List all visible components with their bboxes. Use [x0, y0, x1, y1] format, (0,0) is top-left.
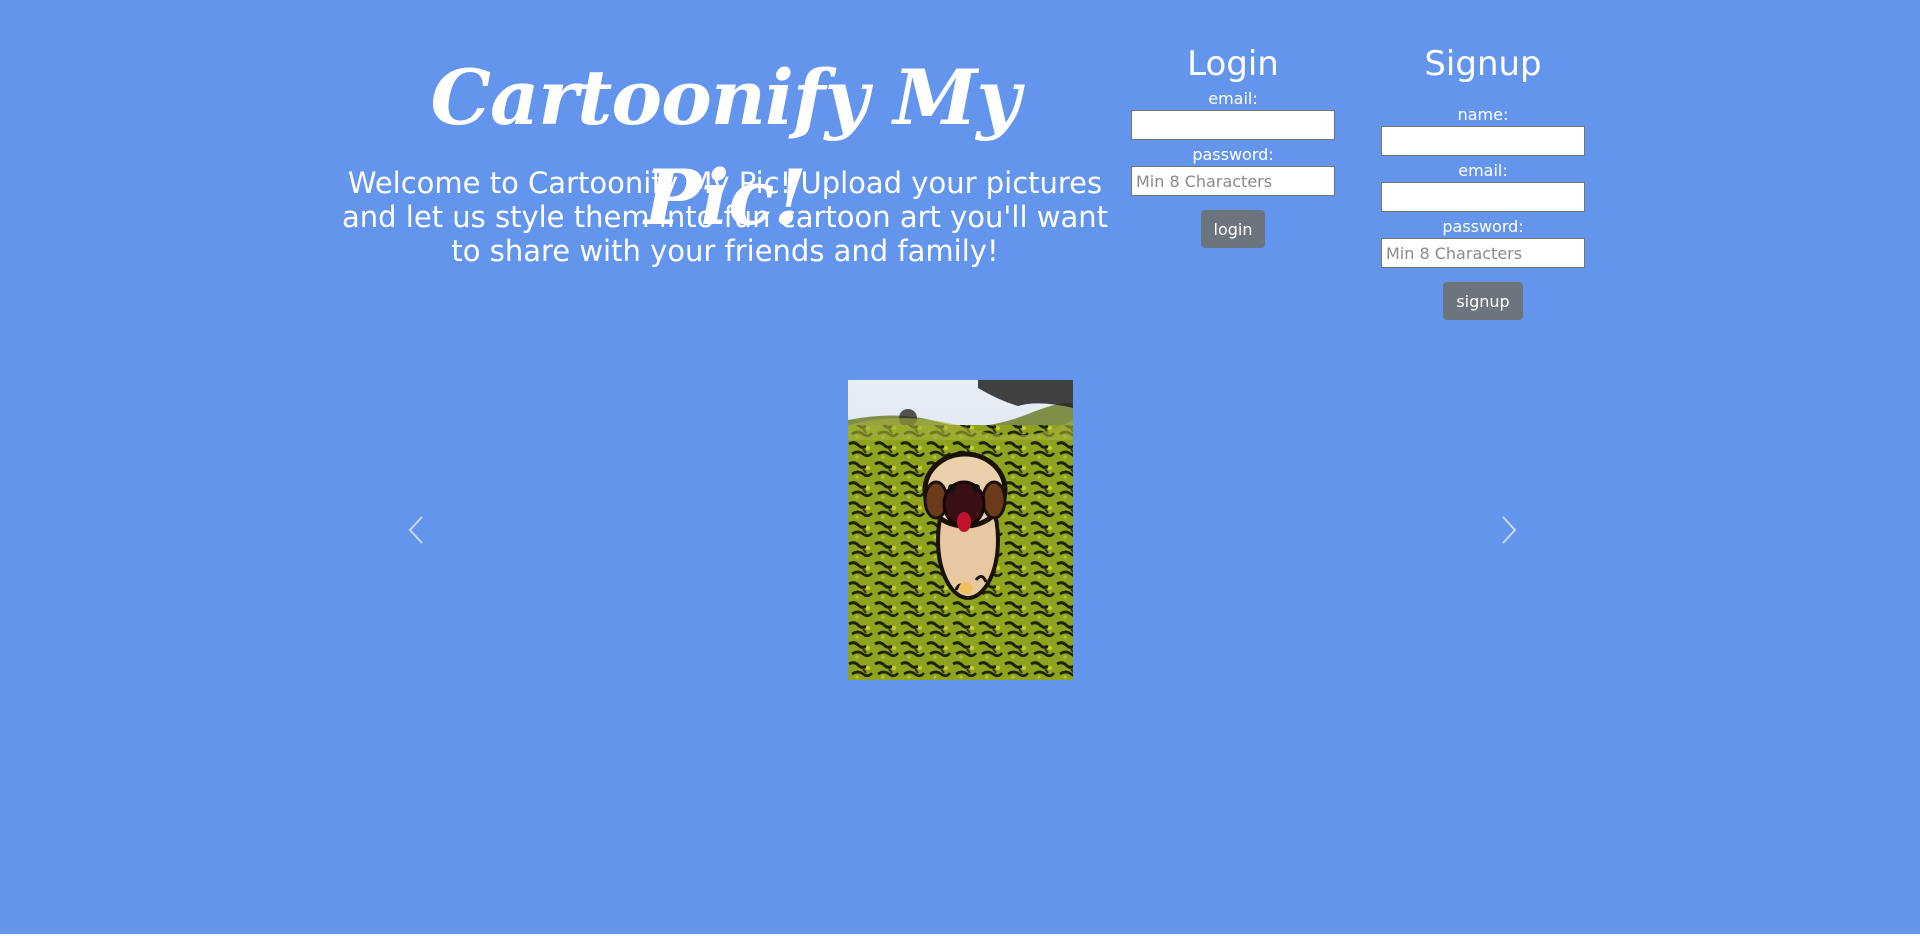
page-background: Cartoonify My Pic! Welcome to Cartoonify…	[0, 0, 1920, 934]
signup-name-label: name:	[1457, 105, 1509, 124]
signup-email-label: email:	[1458, 161, 1508, 180]
cartoon-dog-image	[848, 380, 1073, 680]
signup-button[interactable]: signup	[1443, 282, 1523, 320]
carousel-prev-button[interactable]	[400, 512, 436, 548]
login-email-label: email:	[1208, 89, 1258, 108]
image-carousel	[400, 380, 1520, 680]
signup-heading: Signup	[1424, 44, 1542, 84]
login-button[interactable]: login	[1200, 210, 1266, 248]
signup-name-input[interactable]	[1381, 126, 1585, 156]
login-heading: Login	[1187, 44, 1279, 84]
signup-email-input[interactable]	[1381, 182, 1585, 212]
welcome-text: Welcome to Cartoonify My Pic! Upload you…	[342, 166, 1108, 268]
login-password-input[interactable]	[1131, 166, 1335, 196]
signup-spacer	[1381, 88, 1585, 104]
signup-form: Signup name: email: password: signup	[1381, 40, 1585, 320]
signup-password-label: password:	[1442, 217, 1524, 236]
login-email-input[interactable]	[1131, 110, 1335, 140]
login-password-label: password:	[1192, 145, 1274, 164]
carousel-next-button[interactable]	[1489, 512, 1525, 548]
signup-password-input[interactable]	[1381, 238, 1585, 268]
login-form: Login email: password: login	[1131, 40, 1335, 248]
chevron-left-icon	[408, 516, 423, 544]
chevron-right-icon	[1502, 516, 1517, 544]
